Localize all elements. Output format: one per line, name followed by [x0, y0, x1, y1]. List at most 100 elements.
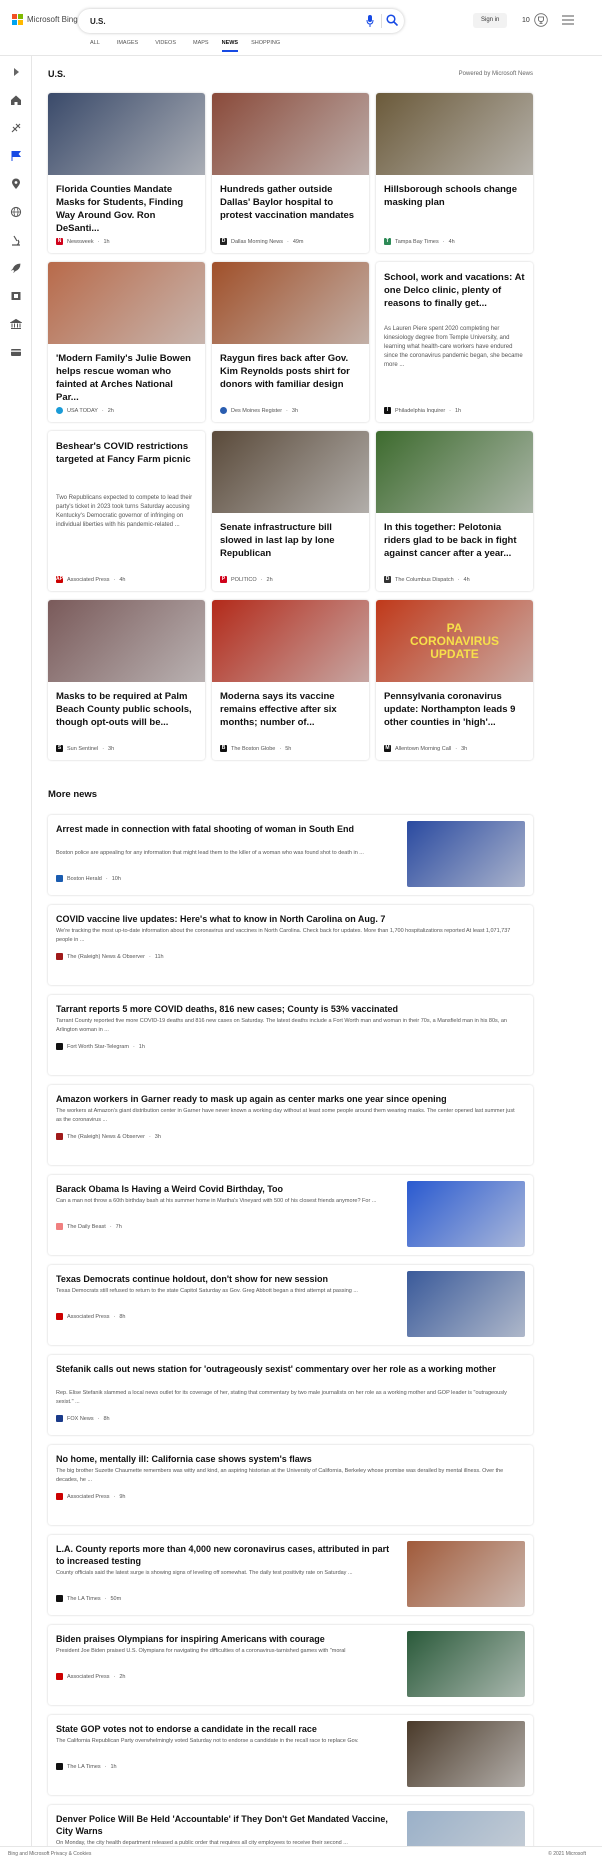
news-item-thumbnail[interactable]: [407, 1181, 525, 1247]
publisher-logo-icon: [56, 1133, 63, 1140]
news-card-title[interactable]: Raygun fires back after Gov. Kim Reynold…: [220, 352, 362, 391]
news-card-image[interactable]: [212, 262, 369, 344]
news-list-item[interactable]: Stefanik calls out news station for 'out…: [48, 1355, 533, 1435]
news-item-title[interactable]: State GOP votes not to endorse a candida…: [56, 1723, 396, 1735]
news-card-title[interactable]: Beshear's COVID restrictions targeted at…: [56, 440, 198, 466]
flag-icon[interactable]: [10, 150, 22, 162]
news-list-item[interactable]: L.A. County reports more than 4,000 new …: [48, 1535, 533, 1615]
news-card-image[interactable]: [212, 93, 369, 175]
news-card-image[interactable]: [48, 600, 205, 682]
news-list-item[interactable]: No home, mentally ill: California case s…: [48, 1445, 533, 1525]
news-card-title[interactable]: Moderna says its vaccine remains effecti…: [220, 690, 362, 729]
map-pin-icon[interactable]: [10, 178, 22, 190]
news-card-title[interactable]: Pennsylvania coronavirus update: Northam…: [384, 690, 526, 729]
tab-images[interactable]: IMAGES: [113, 40, 151, 51]
microscope-icon[interactable]: [10, 234, 22, 246]
news-card-title[interactable]: Hillsborough schools change masking plan: [384, 183, 526, 209]
news-card[interactable]: 'Modern Family's Julie Bowen helps rescu…: [48, 262, 205, 422]
publisher-name: The Boston Globe: [231, 745, 276, 752]
news-item-title[interactable]: No home, mentally ill: California case s…: [56, 1453, 521, 1465]
news-item-title[interactable]: Stefanik calls out news station for 'out…: [56, 1363, 521, 1375]
news-card-title[interactable]: Florida Counties Mandate Masks for Stude…: [56, 183, 198, 235]
publisher-name: Des Moines Register: [231, 407, 283, 414]
bank-icon[interactable]: [10, 318, 22, 330]
news-card[interactable]: PA CORONAVIRUS UPDATE Pennsylvania corona…: [376, 600, 533, 760]
news-item-title[interactable]: Texas Democrats continue holdout, don't …: [56, 1273, 396, 1285]
news-card-image[interactable]: [376, 431, 533, 513]
microphone-icon[interactable]: [366, 15, 374, 27]
news-list-item[interactable]: Amazon workers in Garner ready to mask u…: [48, 1085, 533, 1165]
news-card[interactable]: Hundreds gather outside Dallas' Baylor h…: [212, 93, 369, 253]
news-card-image[interactable]: [376, 93, 533, 175]
news-card-title[interactable]: 'Modern Family's Julie Bowen helps rescu…: [56, 352, 198, 404]
news-item-title[interactable]: Arrest made in connection with fatal sho…: [56, 823, 396, 835]
news-list-item[interactable]: Texas Democrats continue holdout, don't …: [48, 1265, 533, 1345]
news-item-title[interactable]: Barack Obama Is Having a Weird Covid Bir…: [56, 1183, 396, 1195]
news-card-image[interactable]: [212, 431, 369, 513]
tab-shopping[interactable]: SHOPPING: [251, 40, 293, 51]
publisher-logo-icon: [56, 1043, 63, 1050]
news-card[interactable]: Beshear's COVID restrictions targeted at…: [48, 431, 205, 591]
hamburger-menu-icon[interactable]: [562, 15, 574, 25]
news-list-item[interactable]: Biden praises Olympians for inspiring Am…: [48, 1625, 533, 1705]
news-card[interactable]: Raygun fires back after Gov. Kim Reynold…: [212, 262, 369, 422]
globe-icon[interactable]: [10, 206, 22, 218]
news-item-thumbnail[interactable]: [407, 1271, 525, 1337]
news-card-title[interactable]: Hundreds gather outside Dallas' Baylor h…: [220, 183, 362, 222]
tab-videos[interactable]: VIDEOS: [151, 40, 189, 51]
chevron-right-icon[interactable]: [10, 66, 22, 78]
news-item-source: Associated Press · 8h: [56, 1313, 125, 1320]
publisher-logo-icon: D: [220, 238, 227, 245]
publisher-logo-icon: [56, 1493, 63, 1500]
news-list-item[interactable]: Barack Obama Is Having a Weird Covid Bir…: [48, 1175, 533, 1255]
news-list-item[interactable]: COVID vaccine live updates: Here's what …: [48, 905, 533, 985]
news-item-thumbnail[interactable]: [407, 821, 525, 887]
credit-card-icon[interactable]: [10, 346, 22, 358]
rewards-count[interactable]: 10: [522, 17, 530, 24]
news-card[interactable]: Masks to be required at Palm Beach Count…: [48, 600, 205, 760]
bing-logo[interactable]: Microsoft Bing: [12, 14, 78, 25]
news-item-title[interactable]: L.A. County reports more than 4,000 new …: [56, 1543, 396, 1567]
news-card-image[interactable]: [212, 600, 369, 682]
news-list-item[interactable]: State GOP votes not to endorse a candida…: [48, 1715, 533, 1795]
news-item-title[interactable]: Amazon workers in Garner ready to mask u…: [56, 1093, 521, 1105]
news-item-thumbnail[interactable]: [407, 1721, 525, 1787]
news-item-title[interactable]: Tarrant reports 5 more COVID deaths, 816…: [56, 1003, 521, 1015]
published-time: 1h: [455, 407, 462, 414]
film-icon[interactable]: [10, 290, 22, 302]
rewards-trophy-icon[interactable]: [534, 13, 548, 27]
news-card[interactable]: Florida Counties Mandate Masks for Stude…: [48, 93, 205, 253]
news-card-image[interactable]: [48, 262, 205, 344]
news-card-image[interactable]: [48, 93, 205, 175]
sign-in-button[interactable]: Sign in: [473, 13, 508, 28]
tab-all[interactable]: ALL: [90, 40, 113, 51]
news-item-title[interactable]: Denver Police Will Be Held 'Accountable'…: [56, 1813, 396, 1837]
news-card[interactable]: School, work and vacations: At one Delco…: [376, 262, 533, 422]
flask-icon[interactable]: [10, 122, 22, 134]
news-card[interactable]: Senate infrastructure bill slowed in las…: [212, 431, 369, 591]
news-list-item[interactable]: Tarrant reports 5 more COVID deaths, 816…: [48, 995, 533, 1075]
news-card-image[interactable]: PA CORONAVIRUS UPDATE: [376, 600, 533, 682]
home-icon[interactable]: [10, 94, 22, 106]
news-list-item[interactable]: Arrest made in connection with fatal sho…: [48, 815, 533, 895]
news-card-title[interactable]: Senate infrastructure bill slowed in las…: [220, 521, 362, 560]
news-item-thumbnail[interactable]: [407, 1631, 525, 1697]
news-card-title[interactable]: School, work and vacations: At one Delco…: [384, 271, 526, 310]
search-box[interactable]: [78, 9, 404, 33]
publisher-logo-icon: S: [56, 745, 63, 752]
news-card[interactable]: In this together: Pelotonia riders glad …: [376, 431, 533, 591]
news-card[interactable]: Hillsborough schools change masking plan…: [376, 93, 533, 253]
footer-links[interactable]: Bing and Microsoft Privacy & Cookies: [8, 1851, 91, 1857]
tab-news[interactable]: NEWS: [221, 40, 252, 52]
news-card-title[interactable]: In this together: Pelotonia riders glad …: [384, 521, 526, 560]
search-icon[interactable]: [386, 14, 398, 26]
news-item-title[interactable]: Biden praises Olympians for inspiring Am…: [56, 1633, 396, 1645]
tab-maps[interactable]: MAPS: [189, 40, 222, 51]
news-item-title[interactable]: COVID vaccine live updates: Here's what …: [56, 913, 521, 925]
left-sidebar: [0, 56, 32, 1846]
news-item-thumbnail[interactable]: [407, 1541, 525, 1607]
rocket-icon[interactable]: [10, 262, 22, 274]
news-card[interactable]: Moderna says its vaccine remains effecti…: [212, 600, 369, 760]
news-card-title[interactable]: Masks to be required at Palm Beach Count…: [56, 690, 198, 729]
search-input[interactable]: [90, 13, 340, 29]
